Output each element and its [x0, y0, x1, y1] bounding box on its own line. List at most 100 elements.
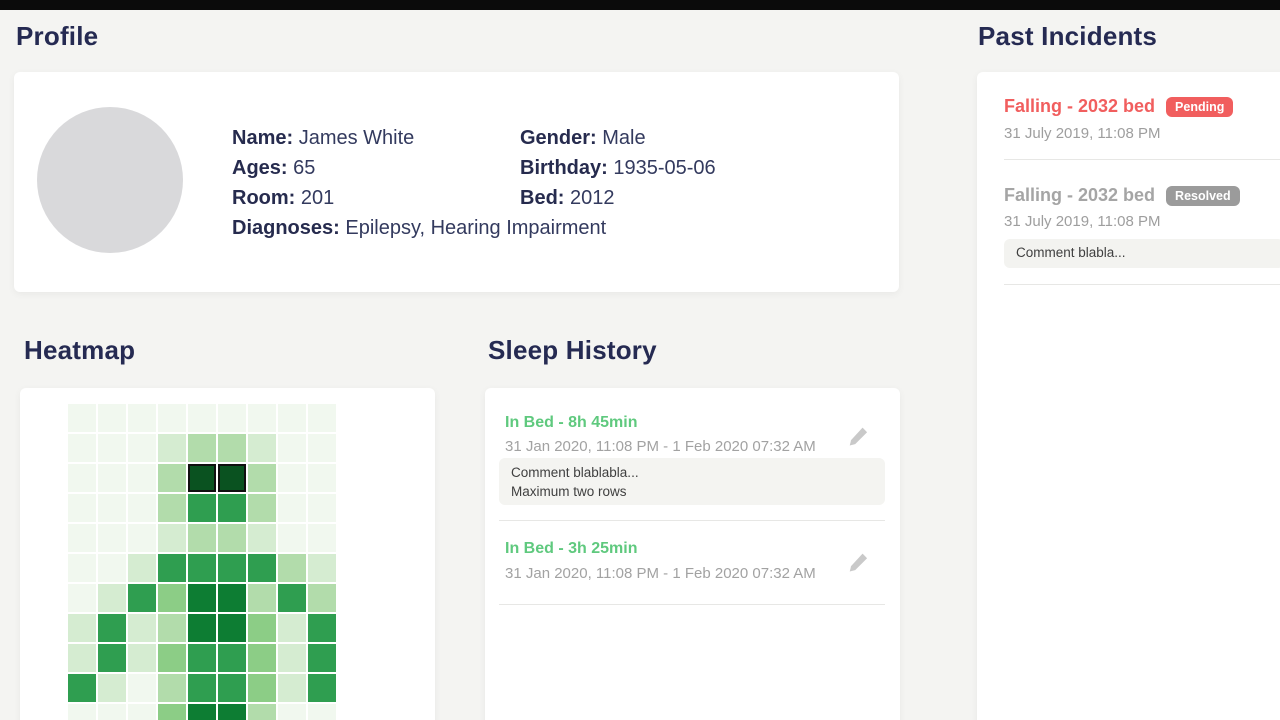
- heatmap-cell[interactable]: [218, 434, 246, 462]
- heatmap-cell[interactable]: [68, 614, 96, 642]
- heatmap-cell[interactable]: [68, 434, 96, 462]
- heatmap-cell[interactable]: [98, 584, 126, 612]
- heatmap-cell[interactable]: [128, 674, 156, 702]
- heatmap-cell[interactable]: [248, 644, 276, 672]
- heatmap-cell[interactable]: [308, 644, 336, 672]
- heatmap-cell[interactable]: [128, 644, 156, 672]
- heatmap-cell[interactable]: [218, 494, 246, 522]
- heatmap-cell[interactable]: [278, 464, 306, 492]
- heatmap-cell[interactable]: [188, 704, 216, 720]
- heatmap-cell[interactable]: [248, 584, 276, 612]
- heatmap-cell[interactable]: [218, 674, 246, 702]
- heatmap-cell[interactable]: [218, 644, 246, 672]
- heatmap-cell[interactable]: [68, 404, 96, 432]
- heatmap-cell[interactable]: [158, 554, 186, 582]
- heatmap-cell[interactable]: [98, 434, 126, 462]
- heatmap-cell[interactable]: [128, 434, 156, 462]
- heatmap-cell[interactable]: [68, 524, 96, 552]
- heatmap-cell[interactable]: [128, 404, 156, 432]
- edit-icon[interactable]: [845, 550, 871, 576]
- heatmap-cell[interactable]: [68, 674, 96, 702]
- heatmap-cell[interactable]: [98, 404, 126, 432]
- heatmap-cell[interactable]: [248, 494, 276, 522]
- heatmap-cell[interactable]: [158, 704, 186, 720]
- heatmap-cell[interactable]: [218, 704, 246, 720]
- heatmap-cell[interactable]: [278, 434, 306, 462]
- heatmap-cell[interactable]: [188, 524, 216, 552]
- heatmap-cell[interactable]: [248, 614, 276, 642]
- heatmap-cell[interactable]: [98, 554, 126, 582]
- heatmap-cell[interactable]: [188, 614, 216, 642]
- heatmap-cell[interactable]: [278, 554, 306, 582]
- heatmap-cell[interactable]: [308, 404, 336, 432]
- heatmap-cell[interactable]: [308, 434, 336, 462]
- heatmap-cell[interactable]: [308, 614, 336, 642]
- heatmap-cell[interactable]: [98, 524, 126, 552]
- heatmap-cell[interactable]: [158, 644, 186, 672]
- heatmap-cell[interactable]: [128, 584, 156, 612]
- heatmap-cell[interactable]: [188, 404, 216, 432]
- heatmap-cell[interactable]: [128, 524, 156, 552]
- heatmap-cell[interactable]: [98, 674, 126, 702]
- heatmap-cell[interactable]: [248, 704, 276, 720]
- heatmap-cell[interactable]: [158, 404, 186, 432]
- heatmap-cell[interactable]: [68, 644, 96, 672]
- heatmap-cell[interactable]: [278, 674, 306, 702]
- heatmap-cell[interactable]: [188, 494, 216, 522]
- heatmap-cell[interactable]: [308, 464, 336, 492]
- heatmap-cell[interactable]: [278, 614, 306, 642]
- heatmap-cell[interactable]: [98, 704, 126, 720]
- heatmap-cell[interactable]: [248, 404, 276, 432]
- heatmap-cell[interactable]: [188, 464, 216, 492]
- heatmap-cell[interactable]: [128, 464, 156, 492]
- heatmap-cell[interactable]: [308, 554, 336, 582]
- heatmap-cell[interactable]: [128, 614, 156, 642]
- heatmap-cell[interactable]: [308, 674, 336, 702]
- heatmap-cell[interactable]: [68, 584, 96, 612]
- heatmap-cell[interactable]: [248, 434, 276, 462]
- heatmap-cell[interactable]: [218, 554, 246, 582]
- heatmap-cell[interactable]: [128, 494, 156, 522]
- heatmap-cell[interactable]: [248, 674, 276, 702]
- heatmap-cell[interactable]: [218, 524, 246, 552]
- heatmap-cell[interactable]: [188, 554, 216, 582]
- heatmap-cell[interactable]: [308, 704, 336, 720]
- heatmap-cell[interactable]: [158, 464, 186, 492]
- heatmap-cell[interactable]: [188, 434, 216, 462]
- heatmap-cell[interactable]: [218, 584, 246, 612]
- heatmap-cell[interactable]: [68, 704, 96, 720]
- heatmap-cell[interactable]: [98, 494, 126, 522]
- heatmap-cell[interactable]: [158, 584, 186, 612]
- heatmap-cell[interactable]: [128, 704, 156, 720]
- heatmap-cell[interactable]: [248, 464, 276, 492]
- heatmap-cell[interactable]: [278, 524, 306, 552]
- heatmap-cell[interactable]: [248, 554, 276, 582]
- heatmap-cell[interactable]: [158, 614, 186, 642]
- heatmap-cell[interactable]: [68, 494, 96, 522]
- heatmap-cell[interactable]: [158, 494, 186, 522]
- heatmap-cell[interactable]: [158, 674, 186, 702]
- heatmap-cell[interactable]: [308, 524, 336, 552]
- heatmap-cell[interactable]: [308, 584, 336, 612]
- heatmap-cell[interactable]: [128, 554, 156, 582]
- heatmap-cell[interactable]: [278, 644, 306, 672]
- heatmap-cell[interactable]: [248, 524, 276, 552]
- heatmap-cell[interactable]: [278, 404, 306, 432]
- heatmap-cell[interactable]: [278, 704, 306, 720]
- heatmap-cell[interactable]: [98, 464, 126, 492]
- heatmap-cell[interactable]: [158, 434, 186, 462]
- heatmap-cell[interactable]: [308, 494, 336, 522]
- edit-icon[interactable]: [845, 424, 871, 450]
- heatmap-cell[interactable]: [98, 614, 126, 642]
- heatmap-cell[interactable]: [278, 494, 306, 522]
- heatmap-cell[interactable]: [158, 524, 186, 552]
- heatmap-cell[interactable]: [218, 614, 246, 642]
- heatmap-cell[interactable]: [278, 584, 306, 612]
- heatmap-cell[interactable]: [68, 554, 96, 582]
- heatmap-cell[interactable]: [218, 464, 246, 492]
- incident-item[interactable]: Falling - 2032 bed Resolved: [1004, 185, 1240, 206]
- heatmap-cell[interactable]: [218, 404, 246, 432]
- heatmap-cell[interactable]: [68, 464, 96, 492]
- heatmap-cell[interactable]: [188, 674, 216, 702]
- heatmap-cell[interactable]: [98, 644, 126, 672]
